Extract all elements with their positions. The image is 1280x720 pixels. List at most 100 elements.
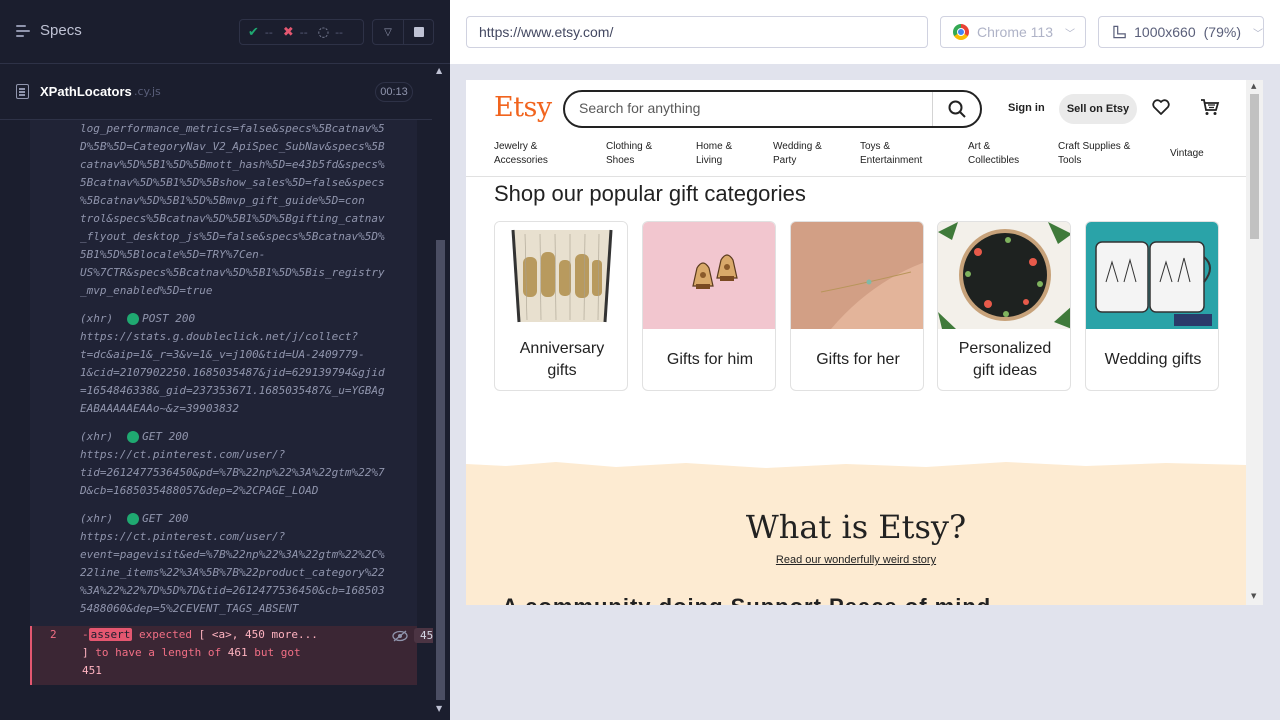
command-url: https://ct.pinterest.com/user/? event=pa… <box>80 530 385 615</box>
spec-file-name[interactable]: XPathLocators <box>40 84 132 99</box>
gift-label: Gifts for him <box>666 351 754 368</box>
aut-header: https://www.etsy.com/ Chrome 113 ﹀ 1000x… <box>450 0 1280 64</box>
chevron-down-icon[interactable]: ▽ <box>373 20 404 44</box>
category-nav: Jewelry & Accessories Clothing & Shoes Hom… <box>494 140 1214 176</box>
assert-error-row[interactable]: 2 - assert expected [ <a>, 450 more...] t… <box>30 626 446 685</box>
nav-line-2: Tools <box>1058 155 1082 166</box>
nav-line-1: Home & <box>696 141 733 152</box>
error-dash: - <box>82 628 89 641</box>
gift-card-anniversary[interactable]: Anniversary gifts <box>494 221 628 391</box>
gift-card-him[interactable]: Gifts for him <box>642 221 776 391</box>
scroll-up-icon[interactable]: ▲ <box>1251 82 1256 90</box>
etsy-logo[interactable]: Etsy <box>494 92 552 123</box>
specs-list-icon[interactable] <box>16 25 32 39</box>
viewport-size: 1000x660 <box>1134 24 1196 40</box>
nav-wedding-party[interactable]: Wedding & Party <box>773 140 822 168</box>
duration-badge: 00:13 <box>375 82 413 102</box>
scroll-down-icon[interactable]: ▼ <box>436 704 442 713</box>
gift-label: Wedding gifts <box>1104 351 1202 368</box>
error-expected-list: [ <a>, 450 more... <box>198 628 318 641</box>
command-verb: GET 200 <box>142 430 189 443</box>
nav-jewelry-accessories[interactable]: Jewelry & Accessories <box>494 140 548 168</box>
cart-icon[interactable] <box>1200 98 1220 116</box>
read-story-link[interactable]: Read our wonderfully weird story <box>466 554 1246 566</box>
stop-button[interactable] <box>404 20 434 44</box>
viewport-selector[interactable]: 1000x660 (79%) ﹀ <box>1098 16 1264 48</box>
stats-bar: ✔ -- ✖ -- ◌ -- <box>239 19 364 45</box>
nav-divider <box>466 176 1246 177</box>
command-xhr-get[interactable]: (xhr) GET 200 https://ct.pinterest.com/us… <box>80 510 415 618</box>
reporter-header: Specs ✔ -- ✖ -- ◌ -- ▽ <box>0 0 450 64</box>
command-xhr-get[interactable]: (xhr) GET 200 https://ct.pinterest.com/us… <box>80 428 415 500</box>
heart-icon[interactable] <box>1152 99 1170 115</box>
status-dot-icon <box>127 513 140 525</box>
rocket-cufflinks-image <box>643 222 775 329</box>
nav-toys-entertainment[interactable]: Toys & Entertainment <box>860 140 922 168</box>
command-verb: POST 200 <box>142 312 196 325</box>
search-icon <box>948 100 966 118</box>
aut-panel: https://www.etsy.com/ Chrome 113 ﹀ 1000x… <box>450 0 1280 720</box>
command-type: (xhr) <box>80 512 114 525</box>
nav-home-living[interactable]: Home & Living <box>696 140 732 168</box>
scroll-up-icon[interactable]: ▲ <box>436 66 442 75</box>
error-expected-word: expected <box>139 628 192 641</box>
nav-craft-supplies-tools[interactable]: Craft Supplies & Tools <box>1058 140 1130 168</box>
sign-in-link[interactable]: Sign in <box>1008 102 1045 114</box>
spec-file-ext: .cy.js <box>134 85 161 98</box>
command-xhr-post[interactable]: (xhr) POST 200 https://stats.g.doubleclic… <box>80 310 415 418</box>
error-expected-length: 461 <box>227 646 248 659</box>
what-is-etsy-title: What is Etsy? <box>745 508 967 546</box>
nav-vintage[interactable]: Vintage <box>1170 147 1204 161</box>
assert-keyword: assert <box>88 628 133 641</box>
cypress-reporter: Specs ✔ -- ✖ -- ◌ -- ▽ XPathLocators .cy.js… <box>0 0 450 720</box>
gift-card-wedding[interactable]: Wedding gifts <box>1085 221 1219 391</box>
search-input[interactable] <box>579 100 919 116</box>
nav-line-1: Clothing & <box>606 141 653 152</box>
nav-line-2: Party <box>773 155 797 166</box>
stop-icon <box>414 27 424 37</box>
gift-section-title: Shop our popular gift categories <box>494 181 806 206</box>
command-url: https://stats.g.doubleclick.net/j/collec… <box>80 330 385 415</box>
anklet-image <box>791 222 923 329</box>
failed-count: -- <box>299 25 308 39</box>
command-type: (xhr) <box>80 430 114 443</box>
command-url: https://ct.pinterest.com/user/? tid=2612… <box>80 448 385 497</box>
url-continuation: log_performance_metrics=false&specs%5Bca… <box>80 122 385 297</box>
pending-count: -- <box>335 25 344 39</box>
aut-url-bar[interactable]: https://www.etsy.com/ <box>466 16 928 48</box>
nav-line-1: Craft Supplies & <box>1058 141 1131 152</box>
nav-line-2: Collectibles <box>968 155 1020 166</box>
command-log: log_performance_metrics=false&specs%5Bca… <box>30 120 417 640</box>
nav-clothing-shoes[interactable]: Clothing & Shoes <box>606 140 652 168</box>
error-to-have-length: to have a length of <box>95 646 222 659</box>
specs-label[interactable]: Specs <box>40 22 82 39</box>
wedding-mugs-image <box>1086 222 1218 329</box>
nav-art-collectibles[interactable]: Art & Collectibles <box>968 140 1019 168</box>
status-dot-icon <box>127 431 140 443</box>
page-scrollbar[interactable]: ▲ ▼ <box>1246 80 1263 605</box>
browser-selector[interactable]: Chrome 113 ﹀ <box>940 16 1086 48</box>
error-actual-length: 451 <box>82 664 102 677</box>
nav-line-2: Accessories <box>494 155 548 166</box>
chevron-down-icon: ﹀ <box>1065 28 1076 40</box>
scrollbar-thumb[interactable] <box>1250 94 1259 239</box>
gift-label: Anniversary gifts <box>519 340 605 379</box>
nav-line-1: Vintage <box>1170 148 1204 159</box>
reporter-scrollbar[interactable]: ▲ ▼ <box>433 64 448 720</box>
x-icon: ✖ <box>282 24 294 40</box>
search-button[interactable] <box>932 92 980 126</box>
assert-message: - assert expected [ <a>, 450 more...] to … <box>82 626 412 680</box>
nav-line-1: Jewelry & <box>494 141 538 152</box>
nav-line-2: Living <box>696 155 723 166</box>
gift-card-her[interactable]: Gifts for her <box>790 221 924 391</box>
scroll-down-icon[interactable]: ▼ <box>1251 592 1256 600</box>
status-dot-icon <box>127 313 140 325</box>
run-controls: ▽ <box>372 19 434 45</box>
sell-on-etsy-button[interactable]: Sell on Etsy <box>1059 94 1137 124</box>
etsy-search-bar <box>563 90 982 128</box>
passed-count: -- <box>264 25 273 39</box>
scrollbar-thumb[interactable] <box>436 240 445 700</box>
chevron-down-icon: ﹀ <box>1253 28 1263 40</box>
gift-card-personalized[interactable]: Personalized gift ideas <box>937 221 1071 391</box>
spec-file-row: XPathLocators .cy.js 00:13 <box>0 64 432 120</box>
